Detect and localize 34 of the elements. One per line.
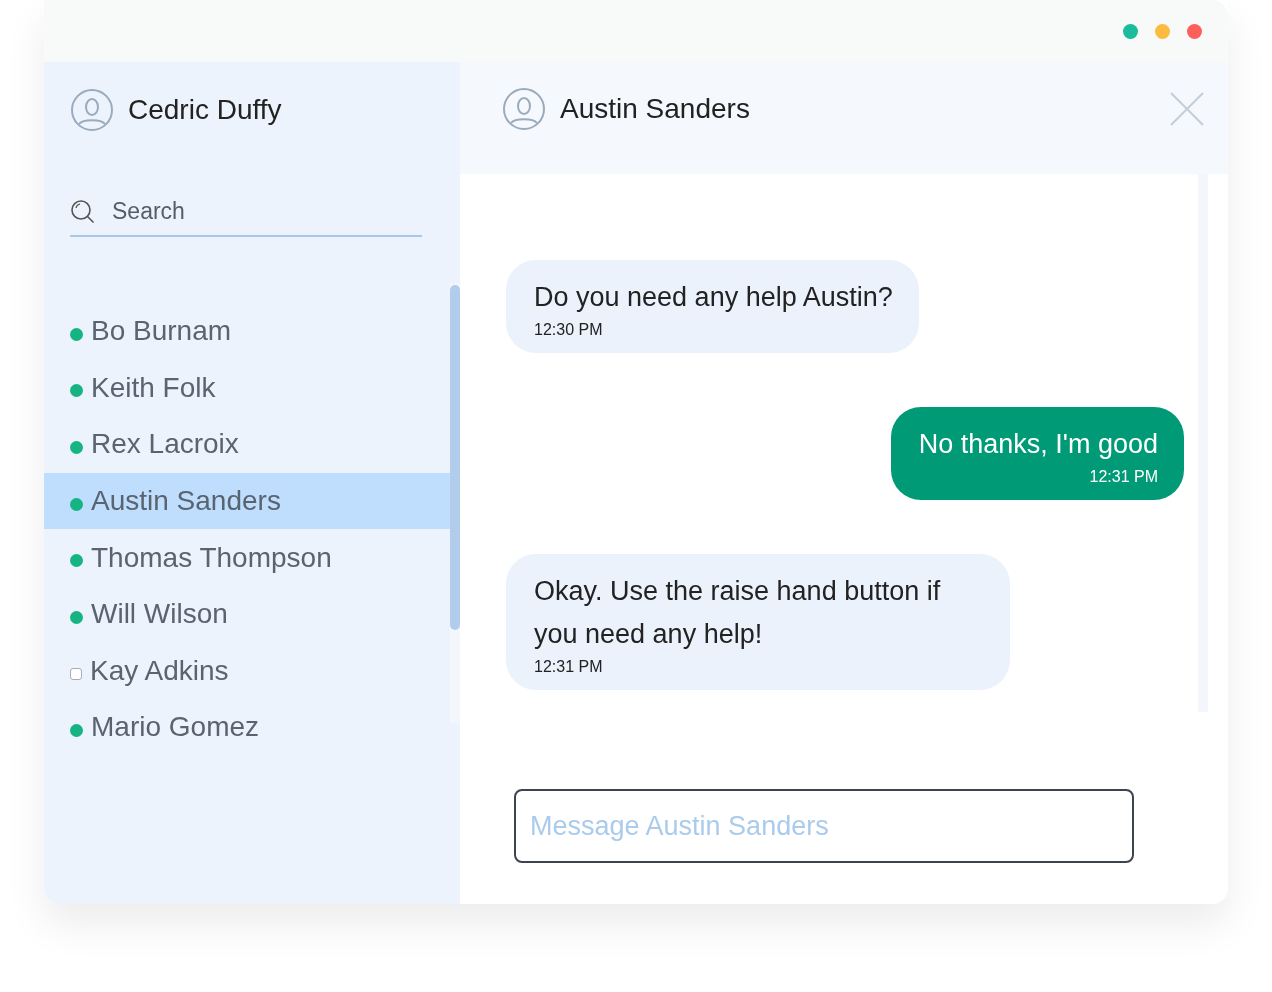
contact-item[interactable]: Rex Lacroix bbox=[44, 416, 450, 473]
message-time: 12:31 PM bbox=[1089, 468, 1158, 486]
window-control-dot[interactable] bbox=[1187, 23, 1202, 39]
scrollbar-thumb[interactable] bbox=[450, 285, 460, 630]
user-name: Cedric Duffy bbox=[128, 94, 282, 126]
contact-name: Mario Gomez bbox=[91, 711, 260, 744]
contact-name: Thomas Thompson bbox=[91, 541, 332, 574]
contact-item[interactable]: Will Wilson bbox=[44, 585, 450, 643]
search-icon bbox=[70, 198, 96, 225]
message-text: Do you need any help Austin? bbox=[534, 281, 893, 314]
message-text: No thanks, I'm good bbox=[918, 428, 1158, 461]
contact-name: Bo Burnam bbox=[91, 315, 232, 348]
contact-item[interactable]: Mario Gomez bbox=[44, 699, 450, 756]
contact-name: Keith Folk bbox=[91, 371, 216, 404]
message-time: 12:30 PM bbox=[534, 321, 604, 339]
contact-name: Will Wilson bbox=[91, 598, 228, 631]
contact-name: Austin Sanders bbox=[91, 485, 281, 518]
window-control-dot[interactable] bbox=[1123, 23, 1138, 39]
contact-name: Kay Adkins bbox=[90, 654, 229, 687]
message-time: 12:31 PM bbox=[534, 658, 604, 676]
close-icon[interactable] bbox=[1170, 92, 1204, 126]
avatar-icon bbox=[70, 88, 114, 132]
contact-item[interactable]: Austin Sanders bbox=[44, 472, 450, 530]
message-text: Okay. Use the raise hand button if you need any help! bbox=[534, 575, 942, 651]
contact-name: Rex Lacroix bbox=[91, 428, 239, 461]
search-field[interactable]: Search bbox=[112, 198, 392, 225]
avatar-icon bbox=[502, 87, 546, 131]
chat-title: Austin Sanders bbox=[560, 93, 750, 125]
contact-item[interactable]: Kay Adkins bbox=[44, 642, 450, 700]
contact-item[interactable]: Bo Burnam bbox=[44, 303, 450, 360]
contact-item[interactable]: Thomas Thompson bbox=[44, 529, 450, 586]
contact-item[interactable]: Keith Folk bbox=[44, 359, 450, 417]
message-field[interactable]: Message Austin Sanders bbox=[514, 789, 1134, 863]
window-control-dot[interactable] bbox=[1155, 23, 1170, 39]
